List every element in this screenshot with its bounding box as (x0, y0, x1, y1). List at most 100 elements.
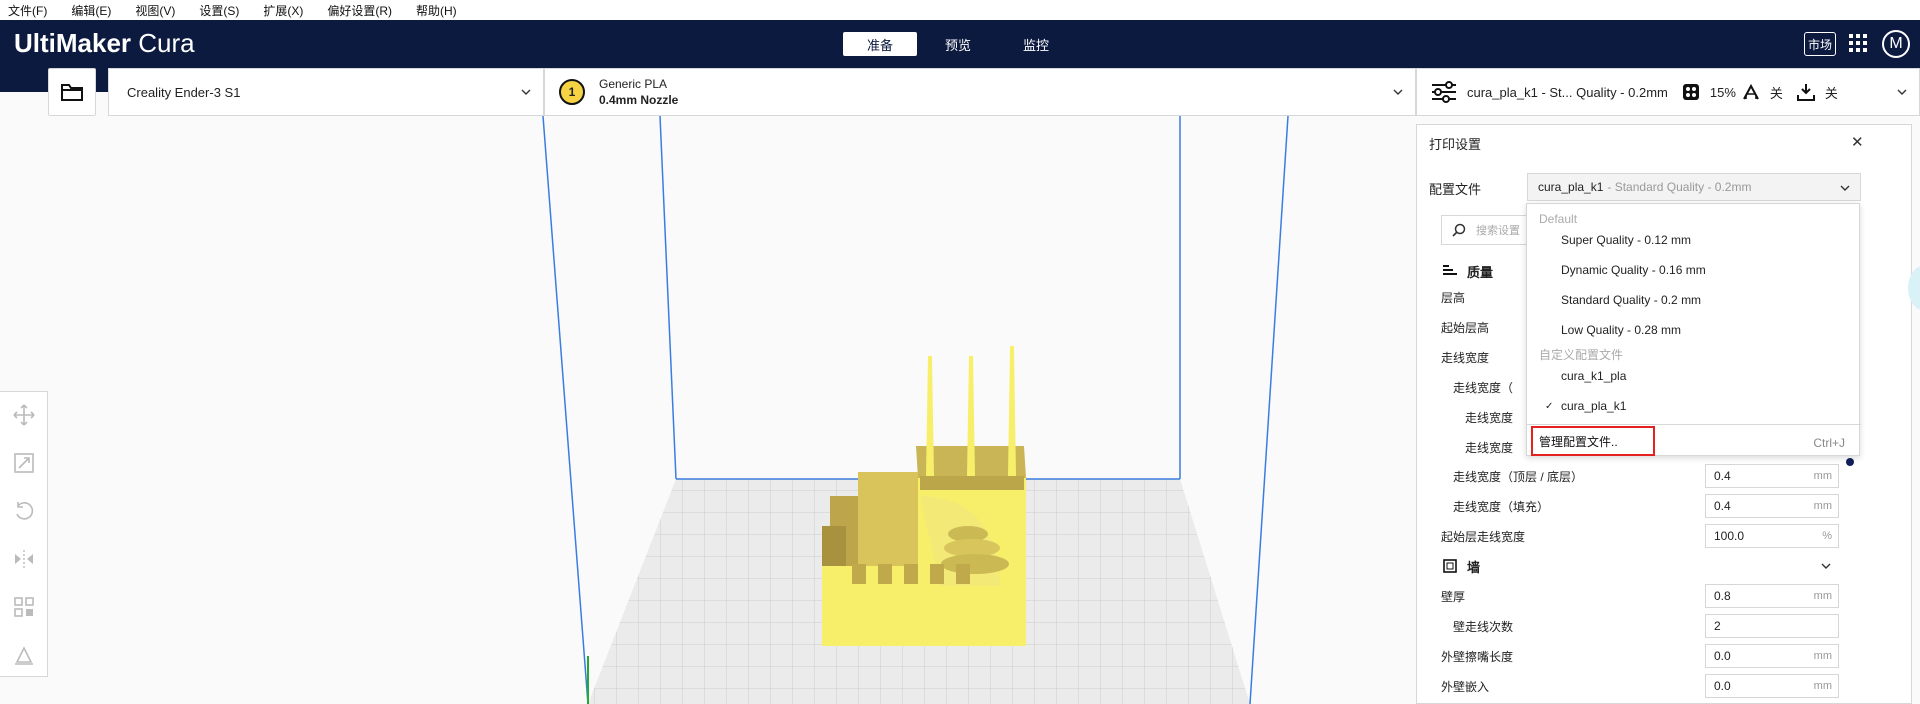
field-value: 0.8 (1714, 589, 1731, 603)
manage-profiles-button[interactable]: 管理配置文件.. (1531, 426, 1655, 456)
search-placeholder: 搜索设置 (1476, 225, 1520, 237)
setting-initial-layer-height[interactable]: 起始层高 (1441, 314, 1489, 340)
field-value: 0.0 (1714, 679, 1731, 693)
printer-selector[interactable]: Creality Ender-3 S1 (108, 68, 544, 116)
field-outer-wall-wipe[interactable]: 0.0 mm (1705, 644, 1839, 668)
menu-view[interactable]: 视图(V) (135, 2, 175, 19)
setting-line-width-topbottom[interactable]: 走线宽度（顶层 / 底层） (1453, 463, 1583, 489)
check-icon: ✓ (1545, 401, 1554, 412)
setting-layer-height[interactable]: 层高 (1441, 284, 1465, 310)
profile-summary: cura_pla_k1 - St... Quality - 0.2mm (1467, 84, 1668, 100)
app-logo: UltiMaker Cura (14, 28, 195, 59)
menu-file[interactable]: 文件(F) (8, 2, 47, 19)
menu-item-standard-quality[interactable]: Standard Quality - 0.2 mm (1561, 293, 1701, 307)
sliders-icon (1431, 81, 1457, 103)
extruder-badge: 1 (559, 79, 585, 105)
support-blocker-icon[interactable] (13, 644, 35, 666)
menu-help[interactable]: 帮助(H) (416, 2, 457, 19)
field-wall-thickness[interactable]: 0.8 mm (1705, 584, 1839, 608)
tool-panel (0, 391, 48, 677)
field-line-width-infill[interactable]: 0.4 mm (1705, 494, 1839, 518)
tab-monitor[interactable]: 监控 (999, 32, 1073, 56)
setting-line-width-inner[interactable]: 走线宽度 (1465, 434, 1513, 460)
field-value: 0.4 (1714, 469, 1731, 483)
logo-light: Cura (138, 28, 195, 58)
setting-line-width-outer[interactable]: 走线宽度 (1465, 404, 1513, 430)
field-unit: mm (1813, 650, 1832, 662)
setting-wall-line-count[interactable]: 壁走线次数 (1453, 613, 1513, 639)
setting-outer-wall-wipe[interactable]: 外壁擦嘴长度 (1441, 643, 1513, 669)
field-unit: mm (1813, 680, 1832, 692)
field-value: 0.0 (1714, 649, 1731, 663)
field-value: 0.4 (1714, 499, 1731, 513)
settings-search-input[interactable]: 搜索设置 (1441, 215, 1531, 245)
field-wall-line-count[interactable]: 2 (1705, 614, 1839, 638)
scale-tool-icon[interactable] (13, 452, 35, 474)
tab-preview[interactable]: 预览 (921, 32, 995, 56)
scroll-indicator[interactable] (1846, 458, 1854, 466)
logo-bold: UltiMaker (14, 28, 132, 58)
menu-item-low-quality[interactable]: Low Quality - 0.28 mm (1561, 323, 1681, 337)
menu-section-custom: 自定义配置文件 (1539, 348, 1624, 362)
infill-value: 15% (1709, 84, 1736, 100)
menu-item-cura-k1-pla[interactable]: cura_k1_pla (1561, 369, 1626, 383)
setting-line-width-infill[interactable]: 走线宽度（填充） (1453, 493, 1549, 519)
material-selector[interactable]: 1 Generic PLA 0.4mm Nozzle (544, 68, 1416, 116)
field-line-width-topbottom[interactable]: 0.4 mm (1705, 464, 1839, 488)
setting-outer-wall-inset[interactable]: 外壁嵌入 (1441, 673, 1489, 699)
support-icon (1742, 83, 1760, 101)
adhesion-icon (1796, 83, 1815, 101)
material-info: Generic PLA 0.4mm Nozzle (599, 77, 678, 107)
field-value: 100.0 (1714, 529, 1745, 543)
chevron-down-icon (1897, 89, 1907, 95)
rotate-tool-icon[interactable] (13, 500, 35, 522)
search-icon (1452, 223, 1466, 237)
move-tool-icon[interactable] (13, 404, 35, 426)
adhesion-value: 关 (1824, 85, 1838, 101)
field-value: 2 (1714, 619, 1721, 633)
setting-line-width[interactable]: 走线宽度 (1441, 344, 1489, 370)
printer-name: Creality Ender-3 S1 (127, 84, 241, 100)
category-walls-label: 墙 (1467, 559, 1481, 575)
manage-profiles-shortcut: Ctrl+J (1813, 436, 1845, 450)
menu-item-cura-pla-k1[interactable]: cura_pla_k1 (1561, 399, 1626, 413)
chevron-down-icon (1840, 185, 1850, 191)
profile-dropdown-name: cura_pla_k1 (1538, 180, 1604, 194)
mirror-tool-icon[interactable] (13, 548, 35, 570)
profile-label: 配置文件 (1429, 182, 1482, 197)
per-model-settings-icon[interactable] (13, 596, 35, 618)
apps-grid-icon[interactable] (1848, 33, 1868, 53)
menu-edit[interactable]: 编辑(E) (71, 2, 111, 19)
close-icon[interactable]: ✕ (1851, 133, 1864, 151)
folder-icon (61, 84, 83, 101)
account-avatar[interactable]: M (1882, 30, 1910, 58)
field-unit: mm (1813, 590, 1832, 602)
setting-line-width-wall[interactable]: 走线宽度（ (1453, 374, 1513, 400)
menu-extensions[interactable]: 扩展(X) (263, 2, 303, 19)
quality-icon (1443, 265, 1457, 275)
menu-preferences[interactable]: 偏好设置(R) (327, 2, 392, 19)
setting-wall-thickness[interactable]: 壁厚 (1441, 583, 1465, 609)
3d-viewport[interactable] (0, 115, 1410, 704)
menu-item-dynamic-quality[interactable]: Dynamic Quality - 0.16 mm (1561, 263, 1706, 277)
panel-title: 打印设置 (1429, 137, 1482, 152)
menu-section-default: Default (1539, 212, 1578, 226)
field-outer-wall-inset[interactable]: 0.0 mm (1705, 674, 1839, 698)
category-quality-label: 质量 (1467, 264, 1494, 280)
marketplace-button[interactable]: 市场 (1804, 32, 1836, 56)
field-initial-layer-line-width[interactable]: 100.0% (1705, 524, 1839, 548)
profile-dropdown-quality: - Standard Quality - 0.2mm (1607, 180, 1752, 194)
setting-initial-layer-line-width[interactable]: 起始层走线宽度 (1441, 523, 1525, 549)
profile-dropdown-menu: Default Super Quality - 0.12 mm Dynamic … (1526, 203, 1861, 456)
tab-prepare[interactable]: 准备 (843, 32, 917, 56)
manage-profiles-label: 管理配置文件.. (1539, 434, 1618, 449)
menu-settings[interactable]: 设置(S) (199, 2, 239, 19)
category-walls[interactable]: 墙 (1441, 553, 1831, 579)
print-settings-bar[interactable]: cura_pla_k1 - St... Quality - 0.2mm 15% … (1416, 68, 1920, 116)
profile-dropdown[interactable]: cura_pla_k1 - Standard Quality - 0.2mm (1527, 173, 1861, 201)
open-file-button[interactable] (48, 68, 96, 116)
nozzle-name: 0.4mm Nozzle (599, 93, 679, 107)
infill-icon (1682, 83, 1700, 101)
menu-item-super-quality[interactable]: Super Quality - 0.12 mm (1561, 233, 1691, 247)
build-volume-scene (542, 115, 1289, 704)
